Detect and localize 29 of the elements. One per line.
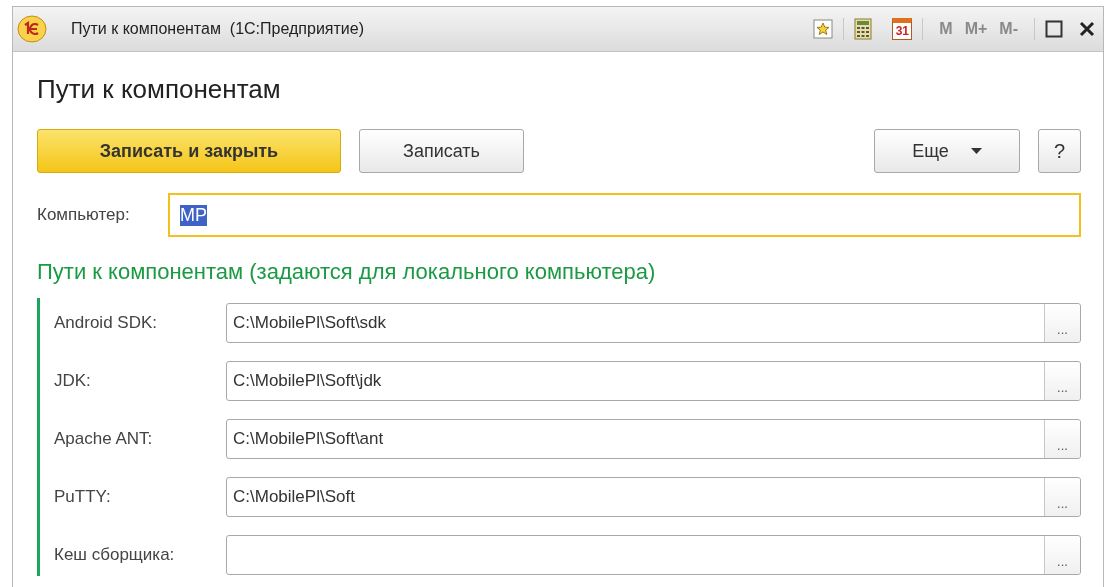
choose-button[interactable]: ... [1044, 362, 1080, 400]
caret-icon [970, 148, 982, 154]
choose-button[interactable]: ... [1044, 420, 1080, 458]
field-label: Apache ANT: [54, 429, 154, 449]
window-title: Пути к компонентам (1С:Предприятие) [71, 20, 365, 38]
more-button[interactable]: Еще [874, 129, 1020, 173]
choose-button[interactable]: ... [1044, 478, 1080, 516]
choose-button[interactable]: ... [1044, 304, 1080, 342]
computer-field[interactable]: MP [168, 193, 1081, 237]
app-logo-icon [17, 14, 47, 44]
path-field[interactable]: C:\MobilePl\Soft\sdk ... [226, 303, 1081, 343]
path-field[interactable]: C:\MobilePl\Soft\ant ... [226, 419, 1081, 459]
help-button[interactable]: ? [1038, 129, 1081, 173]
path-field[interactable]: ... [226, 535, 1081, 575]
calendar-icon[interactable]: 31 [892, 18, 913, 40]
field-label: JDK: [54, 371, 92, 391]
maximize-icon[interactable] [1045, 18, 1063, 40]
form-title: Пути к компонентам [37, 74, 282, 105]
choose-button[interactable]: ... [1044, 536, 1080, 574]
path-field[interactable]: C:\MobilePl\Soft\jdk ... [226, 361, 1081, 401]
path-field[interactable]: C:\MobilePl\Soft ... [226, 477, 1081, 517]
calculator-icon[interactable] [854, 18, 873, 40]
field-label: Компьютер: [37, 205, 131, 225]
save-button[interactable]: Записать [359, 129, 524, 173]
field-label: PuTTY: [54, 487, 112, 507]
group-title: Пути к компонентам (задаются для локального компьютера) [37, 259, 657, 285]
field-label: Android SDK: [54, 313, 158, 333]
save-close-button[interactable]: Записать и закрыть [37, 129, 341, 173]
field-label: Кеш сборщика: [54, 545, 176, 565]
